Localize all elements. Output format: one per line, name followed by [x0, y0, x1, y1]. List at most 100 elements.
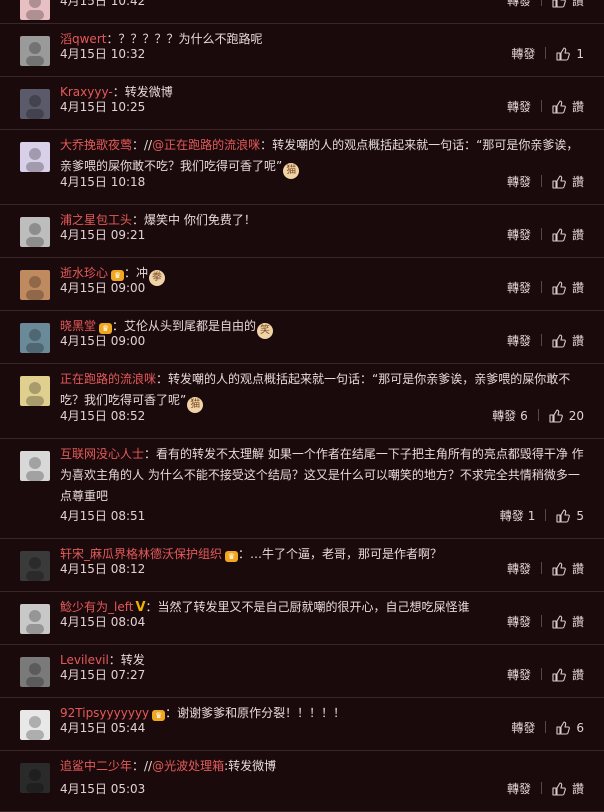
comment-item: 互联网没心人士：看有的转发不太理解 如果一个作者在结尾一下子把主角所有的亮点都毁… — [0, 439, 604, 539]
avatar[interactable] — [20, 763, 50, 793]
repost-button[interactable]: 轉發 — [511, 47, 535, 61]
repost-label: 轉發 — [499, 509, 524, 523]
like-label: 讚 — [571, 782, 584, 796]
like-button[interactable]: 1 — [556, 47, 584, 61]
repost-label: 轉發 — [506, 782, 531, 796]
like-button[interactable]: 讚 — [552, 668, 584, 682]
comment-item: 正在跑路的流浪咪：转发嘲的人的观点概括起来就一句话：“那可是你亲爹诶，亲爹喂的屎… — [0, 364, 604, 439]
thumbs-up-icon — [556, 509, 571, 523]
comment-feed: 4月15日 10:42 轉發讚滔qwert：？？？？？为什么不跑路呢 4月15日 1… — [0, 0, 604, 812]
repost-label: 轉發 — [506, 228, 531, 242]
repost-count: 1 — [527, 509, 536, 523]
mention-link[interactable]: @正在跑路的流浪咪 — [152, 138, 260, 152]
repost-label: 轉發 — [506, 615, 531, 629]
repost-button[interactable]: 轉發 — [507, 175, 531, 189]
like-button[interactable]: 讚 — [552, 100, 584, 114]
like-button[interactable]: 讚 — [552, 228, 584, 242]
repost-button[interactable]: 轉發 6 — [492, 409, 528, 423]
avatar[interactable] — [20, 89, 50, 119]
repost-button[interactable]: 轉發 — [507, 562, 531, 576]
avatar[interactable] — [20, 451, 50, 481]
repost-button[interactable]: 轉發 — [507, 0, 531, 8]
repost-label: 轉發 — [506, 668, 531, 682]
timestamp: 4月15日 08:04 — [60, 615, 146, 629]
like-label: 讚 — [571, 175, 584, 189]
divider — [545, 509, 547, 521]
like-button[interactable]: 讚 — [552, 175, 584, 189]
username-link[interactable]: 正在跑路的流浪咪 — [60, 372, 156, 386]
repost-button[interactable]: 轉發 — [507, 228, 531, 242]
like-count: 20 — [568, 409, 584, 423]
comment-item: 92Tipsyyyyyyy ♛ ：谢谢爹爹和原作分裂！！！！！ 4月15日 05:44… — [0, 698, 604, 751]
divider — [540, 0, 542, 6]
like-count: 5 — [576, 509, 584, 523]
avatar[interactable] — [20, 142, 50, 172]
thumbs-up-icon — [552, 0, 566, 8]
timestamp: 4月15日 10:32 — [60, 47, 146, 61]
username-link[interactable]: 大乔挽歌夜莺 — [60, 138, 132, 152]
repost-button[interactable]: 轉發 — [507, 100, 531, 114]
like-button[interactable]: 5 — [556, 509, 584, 523]
repost-button[interactable]: 轉發 — [507, 782, 531, 796]
timestamp: 4月15日 09:21 — [60, 228, 146, 242]
timestamp: 4月15日 09:00 — [60, 281, 146, 295]
avatar[interactable] — [20, 36, 50, 66]
divider — [540, 100, 542, 112]
thumbs-up-icon — [552, 782, 566, 796]
like-count: 1 — [576, 47, 584, 61]
avatar[interactable] — [20, 551, 50, 581]
repost-label: 轉發 — [506, 334, 531, 348]
timestamp: 4月15日 05:44 — [60, 721, 146, 735]
thumbs-up-icon — [552, 175, 566, 189]
comment-prefix: ：// — [132, 138, 153, 152]
repost-button[interactable]: 轉發 — [507, 668, 531, 682]
timestamp: 4月15日 08:51 — [60, 509, 146, 523]
avatar[interactable] — [20, 270, 50, 300]
like-button[interactable]: 讚 — [552, 782, 584, 796]
comment-item: 鲶少有为_left V：当然了转发里又不是自己厨就嘲的很开心，自己想吃屎怪谁 4月1… — [0, 592, 604, 645]
like-button[interactable]: 讚 — [552, 562, 584, 576]
like-button[interactable]: 6 — [556, 721, 584, 735]
like-button[interactable]: 讚 — [552, 615, 584, 629]
avatar[interactable] — [20, 657, 50, 687]
thumbs-up-icon — [552, 100, 566, 114]
like-button[interactable]: 讚 — [552, 281, 584, 295]
like-label: 讚 — [571, 615, 584, 629]
mention-link[interactable]: @光波处理箱 — [152, 759, 224, 773]
repost-button[interactable]: 轉發 — [507, 334, 531, 348]
like-button[interactable]: 讚 — [552, 0, 584, 8]
repost-label: 轉發 — [511, 721, 536, 735]
avatar[interactable] — [20, 323, 50, 353]
avatar[interactable] — [20, 376, 50, 406]
repost-button[interactable]: 轉發 — [511, 721, 535, 735]
divider — [540, 668, 542, 680]
like-button[interactable]: 20 — [549, 409, 584, 423]
repost-button[interactable]: 轉發 1 — [500, 509, 536, 523]
timestamp: 4月15日 09:00 — [60, 334, 146, 348]
comment-item: 浦之星包工头：爆笑中 你们免费了！ 4月15日 09:21 轉發讚 — [0, 205, 604, 258]
avatar[interactable] — [20, 0, 50, 20]
repost-label: 轉發 — [506, 0, 531, 8]
repost-label: 轉發 — [492, 409, 517, 423]
like-label: 讚 — [571, 562, 584, 576]
avatar[interactable] — [20, 217, 50, 247]
comment-item: 大乔挽歌夜莺：//@正在跑路的流浪咪：转发嘲的人的观点概括起来就一句话：“那可是… — [0, 130, 604, 205]
thumbs-up-icon — [552, 562, 566, 576]
like-button[interactable]: 讚 — [552, 334, 584, 348]
divider — [540, 175, 542, 187]
timestamp: 4月15日 07:27 — [60, 668, 146, 682]
username-link[interactable]: 互联网没心人士 — [60, 447, 144, 461]
avatar[interactable] — [20, 604, 50, 634]
repost-button[interactable]: 轉發 — [507, 615, 531, 629]
like-label: 讚 — [571, 0, 584, 8]
thumbs-up-icon — [556, 47, 571, 61]
comment-text: 追鲨中二少年：//@光波处理箱:转发微博 — [60, 756, 590, 777]
thumbs-up-icon — [552, 228, 566, 242]
username-link[interactable]: 追鲨中二少年 — [60, 759, 132, 773]
like-count: 6 — [576, 721, 584, 735]
comment-item: Levilevil：转发 4月15日 07:27 轉發讚 — [0, 645, 604, 698]
timestamp: 4月15日 10:18 — [60, 175, 146, 189]
avatar[interactable] — [20, 710, 50, 740]
thumbs-up-icon — [549, 409, 563, 423]
repost-button[interactable]: 轉發 — [507, 281, 531, 295]
